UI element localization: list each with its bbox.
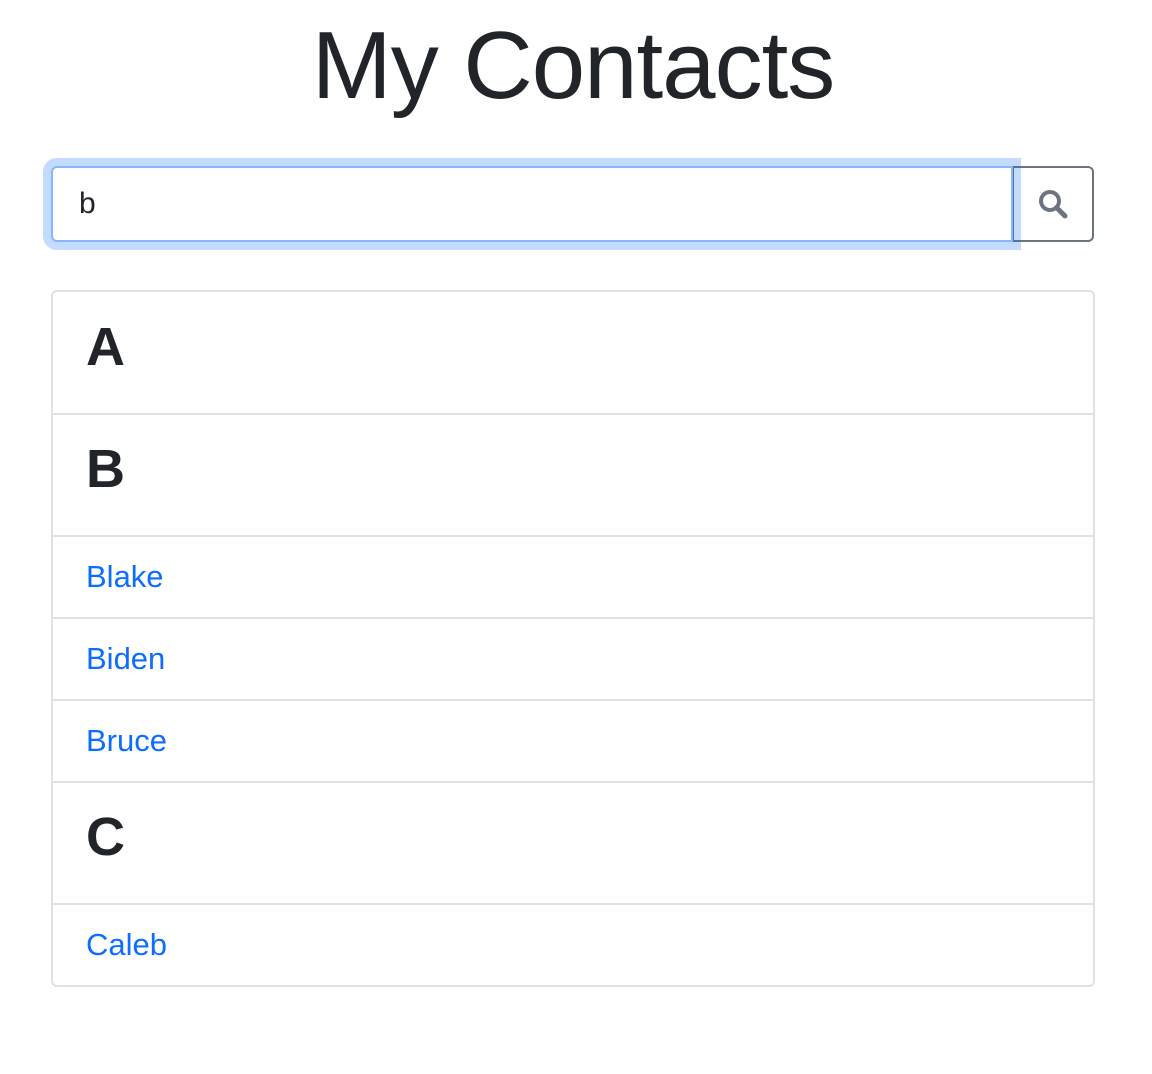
page-title: My Contacts xyxy=(311,12,835,119)
contact-link-bruce[interactable]: Bruce xyxy=(86,725,167,756)
search-button[interactable] xyxy=(1012,166,1094,242)
section-letter: B xyxy=(86,439,125,499)
contact-row: Blake xyxy=(53,535,1093,617)
search-icon xyxy=(1039,190,1068,219)
contact-row: Caleb xyxy=(53,903,1093,985)
contact-row: Biden xyxy=(53,617,1093,699)
search-bar xyxy=(51,166,1095,242)
contact-link-caleb[interactable]: Caleb xyxy=(86,929,167,960)
search-input[interactable] xyxy=(51,166,1013,242)
section-header-a: A xyxy=(53,292,1093,413)
section-header-b: B xyxy=(53,413,1093,535)
contact-row: Bruce xyxy=(53,699,1093,781)
section-header-c: C xyxy=(53,781,1093,903)
section-letter: C xyxy=(86,807,125,867)
contact-list: A B Blake Biden Bruce C Caleb xyxy=(51,290,1095,987)
contact-link-blake[interactable]: Blake xyxy=(86,561,164,592)
section-letter: A xyxy=(86,316,125,377)
contact-link-biden[interactable]: Biden xyxy=(86,643,165,674)
